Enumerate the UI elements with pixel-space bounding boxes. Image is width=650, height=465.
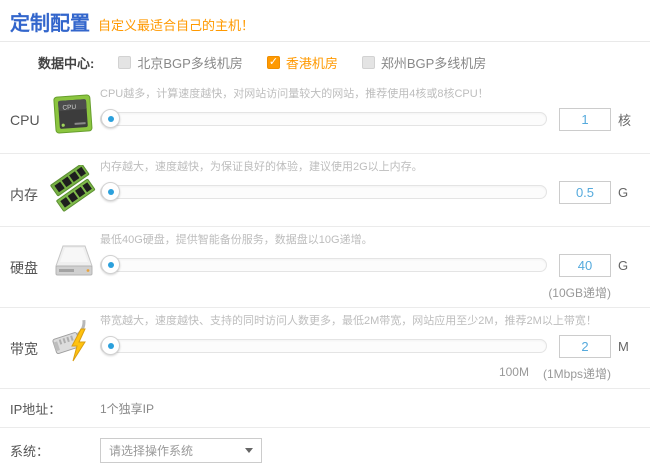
caret-down-icon	[245, 447, 253, 453]
slider-track[interactable]	[100, 339, 547, 353]
slider-handle[interactable]	[101, 109, 120, 128]
bandwidth-increment-note: (1Mbps递增)	[542, 367, 611, 381]
os-select-placeholder: 请选择操作系统	[109, 443, 194, 458]
bandwidth-icon	[50, 313, 100, 388]
ip-address-row: IP地址： 1个独享IP	[0, 389, 650, 428]
disk-value-input[interactable]	[559, 253, 611, 277]
memory-slider[interactable]	[100, 182, 547, 201]
cpu-slider[interactable]	[100, 109, 547, 128]
cpu-description: CPU越多，计算速度越快，对网站访问量较大的网站，推荐使用4核或8核CPU！	[100, 88, 489, 100]
system-label: 系统：	[10, 443, 50, 459]
datacenter-row: 数据中心: 北京BGP多线机房 香港机房 郑州BGP多线机房	[0, 42, 650, 81]
cpu-label: CPU	[10, 112, 40, 128]
page-subtitle: 自定义最适合自己的主机！	[98, 18, 255, 33]
svg-text:CPU: CPU	[62, 104, 76, 112]
os-select[interactable]: 请选择操作系统	[100, 437, 262, 463]
bandwidth-value-input[interactable]	[559, 334, 611, 358]
checkbox-label: 北京BGP多线机房	[137, 56, 243, 71]
checkbox-label: 香港机房	[285, 56, 338, 71]
slider-track[interactable]	[100, 185, 547, 199]
disk-description: 最低40G硬盘，提供智能备份服务，数据盘以10G递增。	[100, 234, 373, 246]
disk-icon	[50, 232, 100, 307]
disk-slider[interactable]	[100, 255, 547, 274]
slider-track[interactable]	[100, 112, 547, 126]
datacenter-label: 数据中心:	[38, 56, 95, 71]
ip-address-label: IP地址：	[10, 401, 62, 417]
ip-address-value: 1个独享IP	[100, 401, 155, 416]
bandwidth-description: 带宽越大，速度越快、支持的同时访问人数更多，最低2M带宽，网站应用至少2M，推荐…	[100, 315, 597, 327]
slider-track[interactable]	[100, 258, 547, 272]
cpu-value-input[interactable]	[559, 107, 611, 131]
slider-handle-dot	[107, 342, 114, 349]
slider-handle[interactable]	[101, 336, 120, 355]
checkbox-icon[interactable]	[118, 56, 132, 69]
disk-config-row: 硬盘 最低40G硬盘，提供智能备份服务，数据盘以10G递增。 G (10GB递增…	[0, 227, 650, 308]
cpu-config-row: CPU CPU CPU越多，计算速度越快，对网站访问量较大的网站，推荐使用4核或…	[0, 81, 650, 154]
memory-icon	[50, 159, 100, 226]
checkbox-checked-icon[interactable]	[266, 55, 280, 69]
memory-value-input[interactable]	[559, 180, 611, 204]
slider-handle[interactable]	[101, 255, 120, 274]
memory-description: 内存越大，速度越快，为保证良好的体验，建议使用2G以上内存。	[100, 161, 423, 173]
system-row: 系统： 请选择操作系统	[0, 428, 650, 465]
memory-unit-label: G	[618, 184, 629, 200]
page-title: 定制配置	[10, 13, 90, 35]
slider-handle-dot	[107, 261, 114, 268]
checkbox-label: 郑州BGP多线机房	[380, 56, 487, 71]
bandwidth-label: 带宽	[10, 341, 38, 357]
bandwidth-slider[interactable]	[100, 336, 547, 355]
checkbox-hongkong[interactable]: 香港机房	[266, 53, 338, 72]
bandwidth-unit-label: M	[618, 338, 629, 354]
memory-config-row: 内存 内存越大，速度越快，为保证良好的体验，建议使用2G以上内存。 0.5 G	[0, 154, 650, 227]
cpu-unit-label: 核	[618, 112, 632, 128]
slider-handle-dot	[107, 115, 114, 122]
bandwidth-max-label: 100M	[498, 365, 529, 379]
disk-label: 硬盘	[10, 260, 38, 276]
page-header: 定制配置 自定义最适合自己的主机！	[0, 0, 650, 42]
disk-increment-note: (10GB递增)	[548, 286, 611, 300]
checkbox-beijing[interactable]: 北京BGP多线机房	[118, 53, 243, 72]
memory-label: 内存	[10, 187, 38, 203]
checkbox-icon[interactable]	[361, 56, 375, 69]
disk-unit-label: G	[618, 257, 629, 273]
checkbox-zhengzhou[interactable]: 郑州BGP多线机房	[361, 53, 487, 72]
bandwidth-config-row: 带宽 带宽越大，速度越快、支持的同时访问人数更多，最低2M带宽，网站应用至少2M…	[0, 308, 650, 389]
slider-handle[interactable]	[101, 182, 120, 201]
cpu-icon: CPU	[50, 86, 100, 153]
slider-handle-dot	[107, 188, 114, 195]
